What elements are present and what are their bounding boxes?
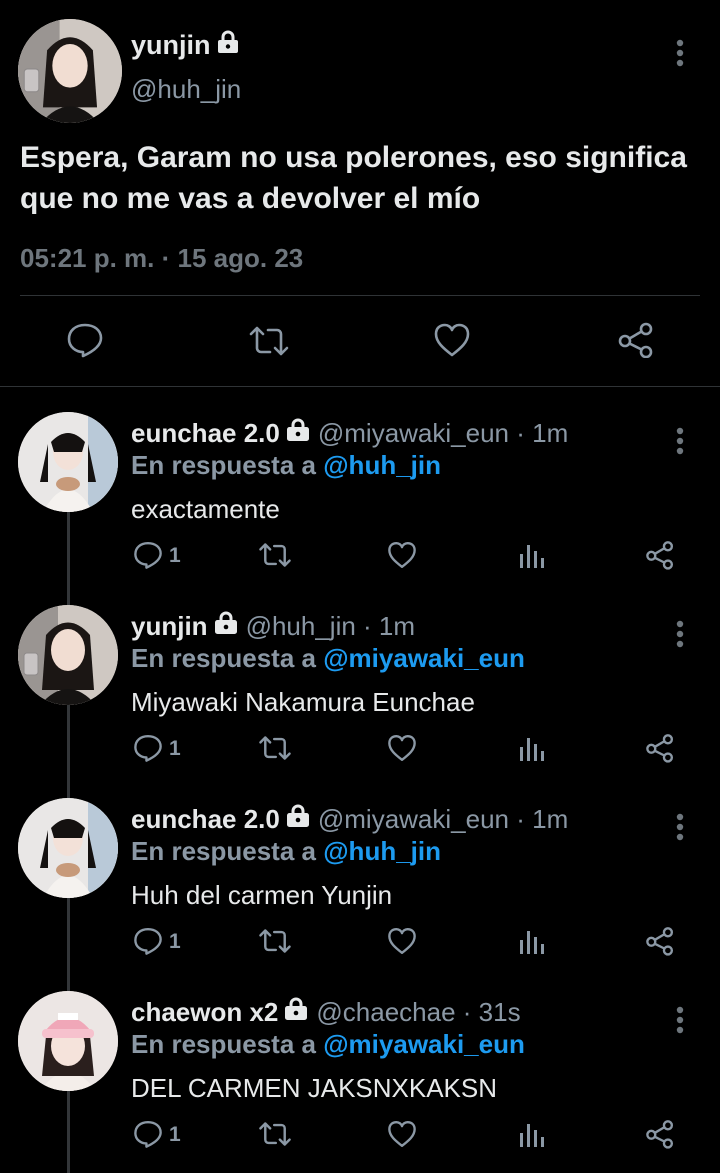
author-handle[interactable]: @huh_jin [131, 74, 241, 105]
like-icon[interactable] [387, 926, 417, 956]
author-name[interactable]: eunchae 2.0 [131, 418, 280, 449]
author-handle[interactable]: @miyawaki_eun · 1m [318, 418, 568, 449]
lock-icon [286, 804, 310, 835]
mention-link[interactable]: @huh_jin [323, 836, 441, 866]
views-icon[interactable] [518, 542, 544, 570]
like-icon[interactable] [387, 733, 417, 763]
reply-tweet[interactable]: eunchae 2.0 @miyawaki_eun · 1m En respue… [0, 798, 720, 968]
mention-link[interactable]: @miyawaki_eun [323, 1029, 525, 1059]
action-bar: 1 [131, 1119, 691, 1153]
reply-icon[interactable] [133, 1119, 163, 1149]
author-handle[interactable]: @chaechae · 31s [316, 997, 520, 1028]
mention-link[interactable]: @miyawaki_eun [323, 643, 525, 673]
reply-context: En respuesta a @miyawaki_eun [131, 643, 525, 674]
reply-header: eunchae 2.0 @miyawaki_eun · 1m [131, 418, 568, 449]
reply-context: En respuesta a @miyawaki_eun [131, 1029, 525, 1060]
share-icon[interactable] [645, 926, 675, 956]
action-bar: 1 [131, 733, 691, 767]
avatar[interactable] [18, 19, 122, 123]
reply-header: eunchae 2.0 @miyawaki_eun · 1m [131, 804, 568, 835]
author-name[interactable]: chaewon x2 [131, 997, 278, 1028]
reply-context: En respuesta a @huh_jin [131, 450, 441, 481]
reply-icon[interactable] [133, 540, 163, 570]
views-icon[interactable] [518, 1121, 544, 1149]
reply-icon[interactable] [133, 733, 163, 763]
author-name[interactable]: yunjin [131, 30, 211, 61]
reply-prefix: En respuesta a [131, 1029, 324, 1059]
reply-count: 1 [169, 544, 181, 567]
retweet-icon[interactable] [258, 541, 292, 569]
lock-icon [284, 997, 308, 1028]
reply-tweet[interactable]: chaewon x2 @chaechae · 31s En respuesta … [0, 991, 720, 1161]
author-name-row: yunjin [131, 30, 239, 61]
views-icon[interactable] [518, 928, 544, 956]
reply-icon[interactable] [66, 322, 104, 358]
reply-icon[interactable] [133, 926, 163, 956]
more-options-icon[interactable] [672, 38, 688, 73]
retweet-icon[interactable] [258, 1120, 292, 1148]
retweet-icon[interactable] [248, 324, 290, 358]
share-icon[interactable] [645, 733, 675, 763]
lock-icon [214, 611, 238, 642]
main-tweet: yunjin @huh_jin Espera, Garam no usa pol… [0, 0, 720, 386]
more-options-icon[interactable] [672, 619, 688, 654]
like-icon[interactable] [387, 1119, 417, 1149]
reply-prefix: En respuesta a [131, 643, 324, 673]
section-divider [0, 386, 720, 387]
reply-tweet[interactable]: eunchae 2.0 @miyawaki_eun · 1m En respue… [0, 412, 720, 582]
reply-prefix: En respuesta a [131, 836, 324, 866]
avatar[interactable] [18, 605, 118, 705]
reply-count: 1 [169, 930, 181, 953]
author-name[interactable]: eunchae 2.0 [131, 804, 280, 835]
avatar[interactable] [18, 412, 118, 512]
like-icon[interactable] [433, 322, 471, 358]
action-bar: 1 [131, 926, 691, 960]
author-name[interactable]: yunjin [131, 611, 208, 642]
reply-tweet[interactable]: yunjin @huh_jin · 1m En respuesta a @miy… [0, 605, 720, 775]
share-icon[interactable] [617, 322, 655, 358]
reply-header: yunjin @huh_jin · 1m [131, 611, 415, 642]
lock-icon [217, 30, 239, 61]
reply-prefix: En respuesta a [131, 450, 324, 480]
share-icon[interactable] [645, 1119, 675, 1149]
like-icon[interactable] [387, 540, 417, 570]
avatar[interactable] [18, 991, 118, 1091]
more-options-icon[interactable] [672, 812, 688, 847]
more-options-icon[interactable] [672, 426, 688, 461]
reply-text: DEL CARMEN JAKSNXKAKSN [131, 1073, 498, 1103]
mention-link[interactable]: @huh_jin [323, 450, 441, 480]
views-icon[interactable] [518, 735, 544, 763]
reply-context: En respuesta a @huh_jin [131, 836, 441, 867]
share-icon[interactable] [645, 540, 675, 570]
action-bar: 1 [131, 540, 691, 574]
reply-text: Huh del carmen Yunjin [131, 880, 393, 910]
reply-header: chaewon x2 @chaechae · 31s [131, 997, 521, 1028]
reply-count: 1 [169, 1123, 181, 1146]
retweet-icon[interactable] [258, 734, 292, 762]
reply-text: Miyawaki Nakamura Eunchae [131, 687, 475, 717]
tweet-timestamp: 05:21 p. m. · 15 ago. 23 [20, 243, 304, 273]
avatar[interactable] [18, 798, 118, 898]
lock-icon [286, 418, 310, 449]
author-handle[interactable]: @huh_jin · 1m [246, 611, 415, 642]
tweet-text: Espera, Garam no usa polerones, eso sign… [20, 141, 687, 215]
retweet-icon[interactable] [258, 927, 292, 955]
author-handle[interactable]: @miyawaki_eun · 1m [318, 804, 568, 835]
more-options-icon[interactable] [672, 1005, 688, 1040]
reply-text: exactamente [131, 494, 280, 524]
divider [20, 295, 700, 296]
reply-count: 1 [169, 737, 181, 760]
